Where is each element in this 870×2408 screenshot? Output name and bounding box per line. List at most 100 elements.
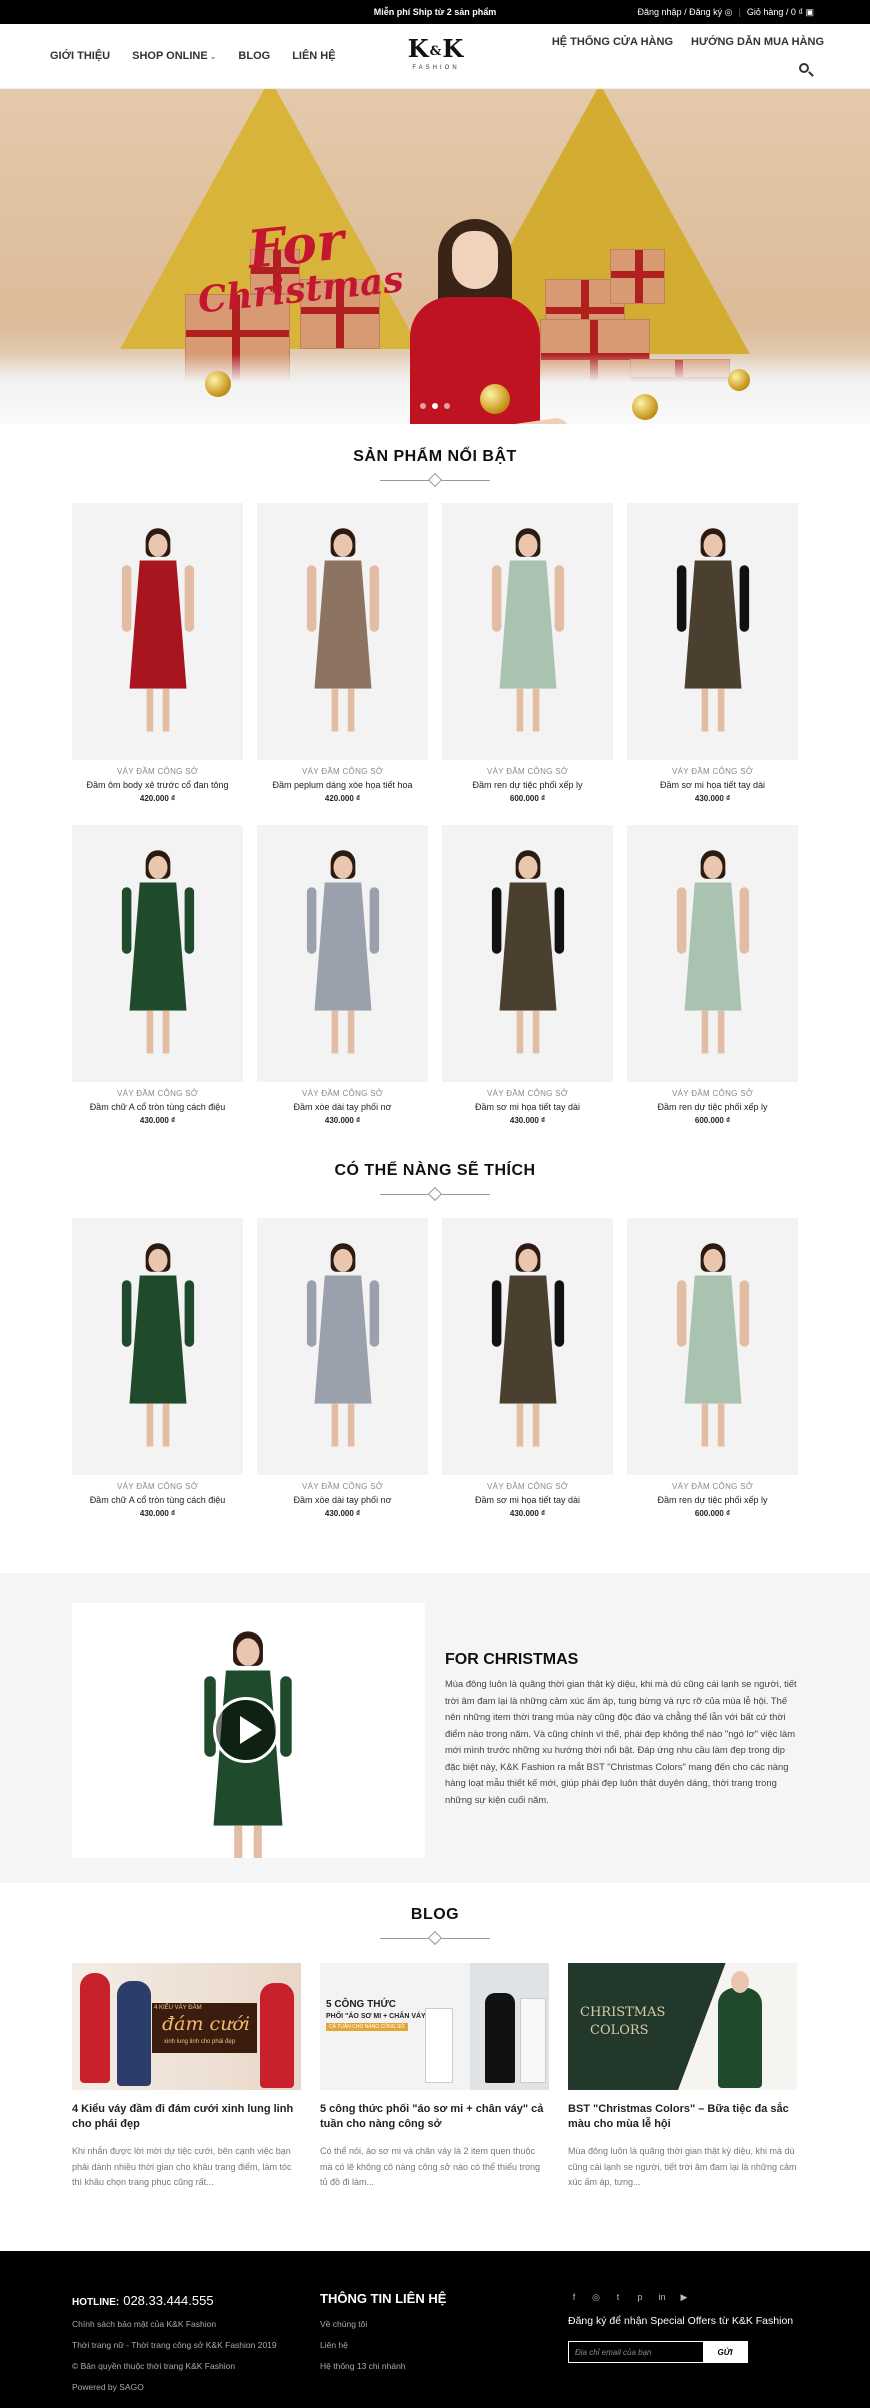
product-category[interactable]: VÁY ĐẦM CÔNG SỞ [72,767,243,776]
product-name[interactable]: Đầm ôm body xẻ trước cổ đan tông [72,780,243,790]
product-price: 430.000 ₫ [694,794,731,803]
product-image[interactable] [257,503,428,760]
footer-link-about[interactable]: Về chúng tôi [320,2319,550,2329]
login-register-link[interactable]: Đăng nhập / Đăng ký ◎ [638,0,733,24]
blog-thumbnail[interactable]: 5 CÔNG THỨC PHỐI "ÁO SƠ MI + CHÂN VÁY" C… [320,1963,549,2090]
feature-video[interactable] [72,1603,425,1858]
email-input[interactable] [569,2342,703,2362]
product-name[interactable]: Đầm sơ mi họa tiết tay dài [442,1102,613,1112]
product-card[interactable]: VÁY ĐẦM CÔNG SỞ Đầm chữ A cổ tròn tùng cá… [72,825,243,1125]
cart-icon: ▣ [805,7,814,17]
nav-store-system[interactable]: HỆ THỐNG CỬA HÀNG [552,36,673,48]
product-image[interactable] [442,1218,613,1475]
product-card[interactable]: VÁY ĐẦM CÔNG SỞ Đầm ôm body xẻ trước cổ đ… [72,503,243,803]
product-name[interactable]: Đầm ren dự tiệc phối xếp ly [627,1495,798,1505]
product-price: 430.000 ₫ [324,1509,361,1518]
product-image[interactable] [627,825,798,1082]
feature-section: FOR CHRISTMAS Mùa đông luôn là quãng thờ… [0,1573,870,1883]
nav-blog[interactable]: BLOG [238,50,270,62]
linkedin-icon[interactable]: in [656,2291,668,2303]
product-price: 600.000 ₫ [694,1509,731,1518]
section-title: CÓ THỂ NÀNG SẼ THÍCH [334,1162,536,1179]
social-links: f ◎ t p in ▶ [568,2291,798,2303]
product-name[interactable]: Đầm chữ A cổ tròn tùng cách điệu [72,1495,243,1505]
nav-shop-online[interactable]: SHOP ONLINE ⌄ [132,50,216,62]
product-image[interactable] [442,825,613,1082]
product-name[interactable]: Đầm xòe dài tay phối nơ [257,1102,428,1112]
product-image[interactable] [442,503,613,760]
newsletter-cta: Đăng ký để nhận Special Offers từ K&K Fa… [568,2315,794,2327]
product-card[interactable]: VÁY ĐẦM CÔNG SỞ Đầm xòe dài tay phối nơ 43… [257,1218,428,1518]
product-name[interactable]: Đầm peplum dáng xòe họa tiết hoa [257,780,428,790]
nav-shopping-guide[interactable]: HƯỚNG DẪN MUA HÀNG [691,36,824,48]
product-card[interactable]: VÁY ĐẦM CÔNG SỞ Đầm ren dự tiệc phối xếp … [627,1218,798,1518]
slider-dot[interactable] [444,403,450,409]
product-category[interactable]: VÁY ĐẦM CÔNG SỞ [442,1089,613,1098]
pinterest-icon[interactable]: p [634,2291,646,2303]
blog-thumbnail[interactable]: 4 KIỂU VÁY ĐẦM đám cưới xinh lung linh c… [72,1963,301,2090]
blog-post[interactable]: 4 KIỂU VÁY ĐẦM đám cưới xinh lung linh c… [72,1963,301,2191]
search-icon[interactable] [798,62,814,78]
footer-link-fashion[interactable]: Thời trang nữ - Thời trang công sở K&K F… [72,2340,312,2350]
product-card[interactable]: VÁY ĐẦM CÔNG SỞ Đầm sơ mi họa tiết tay dà… [627,503,798,803]
product-image[interactable] [627,1218,798,1475]
play-icon[interactable] [213,1697,279,1763]
blog-post-title[interactable]: 4 Kiểu váy đầm đi đám cưới xinh lung lin… [72,2102,301,2132]
blog-post[interactable]: 5 CÔNG THỨC PHỐI "ÁO SƠ MI + CHÂN VÁY" C… [320,1963,549,2191]
blog-post-title[interactable]: BST "Christmas Colors" – Bữa tiệc đa sắc… [568,2102,797,2132]
product-name[interactable]: Đầm sơ mi họa tiết tay dài [627,780,798,790]
blog-thumbnail[interactable]: CHRISTMAS COLORS [568,1963,797,2090]
product-category[interactable]: VÁY ĐẦM CÔNG SỞ [257,1089,428,1098]
footer-link-branches[interactable]: Hệ thống 13 chi nhánh [320,2361,550,2371]
hero-banner[interactable]: For Christmas [0,89,870,424]
product-card[interactable]: VÁY ĐẦM CÔNG SỞ Đầm chữ A cổ tròn tùng cá… [72,1218,243,1518]
header: GIỚI THIỆU SHOP ONLINE ⌄ BLOG LIÊN HỆ K&K… [0,24,870,89]
product-image[interactable] [627,503,798,760]
product-card[interactable]: VÁY ĐẦM CÔNG SỞ Đầm xòe dài tay phối nơ 43… [257,825,428,1125]
divider: | [738,7,741,17]
product-image[interactable] [72,825,243,1082]
product-category[interactable]: VÁY ĐẦM CÔNG SỞ [442,767,613,776]
instagram-icon[interactable]: ◎ [590,2291,602,2303]
blog-post-title[interactable]: 5 công thức phối "áo sơ mi + chân váy" c… [320,2102,549,2132]
product-name[interactable]: Đầm ren dự tiệc phối xếp ly [442,780,613,790]
facebook-icon[interactable]: f [568,2291,580,2303]
product-category[interactable]: VÁY ĐẦM CÔNG SỞ [72,1089,243,1098]
twitter-icon[interactable]: t [612,2291,624,2303]
slider-dot[interactable] [420,403,426,409]
site-logo[interactable]: K&K FASHION [404,36,468,72]
product-category[interactable]: VÁY ĐẦM CÔNG SỞ [257,1482,428,1491]
powered-by[interactable]: Powered by SAGO [72,2382,312,2392]
product-image[interactable] [257,1218,428,1475]
product-name[interactable]: Đầm xòe dài tay phối nơ [257,1495,428,1505]
nav-contact[interactable]: LIÊN HỆ [292,50,335,62]
product-category[interactable]: VÁY ĐẦM CÔNG SỞ [627,1089,798,1098]
submit-button[interactable]: GỬI [703,2342,747,2362]
slider-dot[interactable] [432,403,438,409]
product-category[interactable]: VÁY ĐẦM CÔNG SỞ [627,1482,798,1491]
hotline-number[interactable]: 028.33.444.555 [123,2293,213,2308]
youtube-icon[interactable]: ▶ [678,2291,690,2303]
product-name[interactable]: Đầm ren dự tiệc phối xếp ly [627,1102,798,1112]
product-card[interactable]: VÁY ĐẦM CÔNG SỞ Đầm sơ mi họa tiết tay dà… [442,825,613,1125]
product-image[interactable] [72,1218,243,1475]
cart-link[interactable]: Giỏ hàng / 0 ₫ ▣ [747,0,814,24]
blog-post[interactable]: CHRISTMAS COLORS BST "Christmas Colors" … [568,1963,797,2191]
product-name[interactable]: Đầm chữ A cổ tròn tùng cách điệu [72,1102,243,1112]
copyright-text: © Bản quyền thuộc thời trang K&K Fashion [72,2361,236,2371]
footer-link-contact[interactable]: Liên hệ [320,2340,550,2350]
product-category[interactable]: VÁY ĐẦM CÔNG SỞ [442,1482,613,1491]
product-image[interactable] [72,503,243,760]
newsletter-form: GỬI [568,2341,748,2363]
product-card[interactable]: VÁY ĐẦM CÔNG SỞ Đầm sơ mi họa tiết tay dà… [442,1218,613,1518]
nav-about[interactable]: GIỚI THIỆU [50,50,110,62]
product-card[interactable]: VÁY ĐẦM CÔNG SỞ Đầm peplum dáng xòe họa t… [257,503,428,803]
product-category[interactable]: VÁY ĐẦM CÔNG SỞ [72,1482,243,1491]
footer-link-privacy[interactable]: Chính sách bảo mật của K&K Fashion [72,2319,312,2329]
product-image[interactable] [257,825,428,1082]
product-category[interactable]: VÁY ĐẦM CÔNG SỞ [627,767,798,776]
product-card[interactable]: VÁY ĐẦM CÔNG SỞ Đầm ren dự tiệc phối xếp … [627,825,798,1125]
product-category[interactable]: VÁY ĐẦM CÔNG SỞ [257,767,428,776]
product-card[interactable]: VÁY ĐẦM CÔNG SỞ Đầm ren dự tiệc phối xếp … [442,503,613,803]
product-name[interactable]: Đầm sơ mi họa tiết tay dài [442,1495,613,1505]
